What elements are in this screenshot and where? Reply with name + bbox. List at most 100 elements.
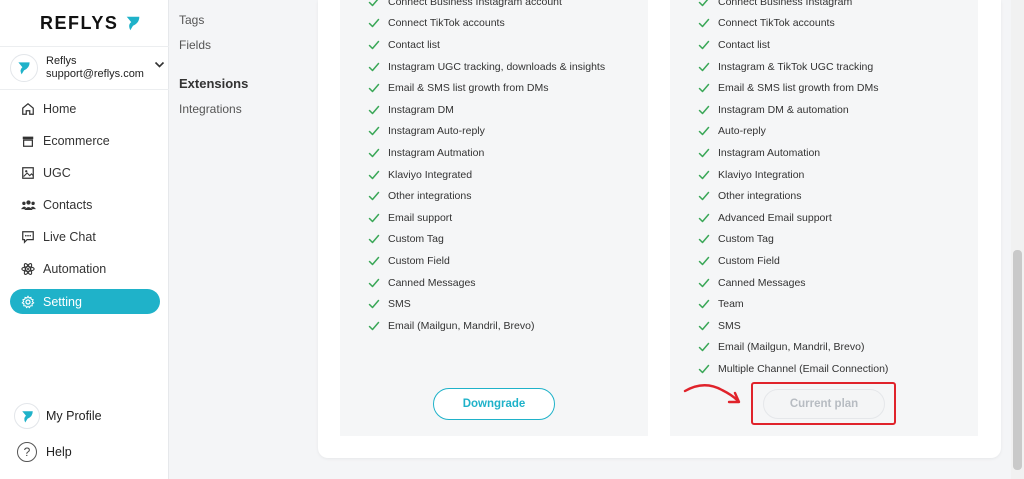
- feature-item: Email & SMS list growth from DMs: [698, 77, 888, 99]
- feature-label: Instagram & TikTok UGC tracking: [718, 60, 874, 73]
- feature-item: Connect Business Instagram account: [368, 0, 605, 13]
- image-icon: [20, 165, 36, 181]
- feature-item: Connect Business Instagram: [698, 0, 888, 13]
- feature-label: Instagram DM & automation: [718, 103, 849, 116]
- feature-label: Klaviyo Integration: [718, 168, 805, 181]
- check-icon: [368, 321, 380, 330]
- check-icon: [698, 148, 710, 158]
- submenu-item-fields[interactable]: Fields: [179, 38, 211, 52]
- check-icon: [698, 299, 710, 309]
- feature-item: Other integrations: [698, 185, 888, 207]
- check-icon: [698, 170, 710, 179]
- check-icon: [698, 105, 710, 115]
- account-info: Reflys support@reflys.com: [46, 55, 144, 81]
- nav-item-home[interactable]: Home: [10, 96, 160, 121]
- feature-label: Email & SMS list growth from DMs: [388, 82, 549, 95]
- feature-item: Instagram & TikTok UGC tracking: [698, 56, 888, 78]
- check-icon: [698, 127, 710, 136]
- avatar: [10, 54, 38, 82]
- nav-item-setting[interactable]: Setting: [10, 289, 160, 315]
- submenu-heading-extensions: Extensions: [179, 76, 249, 91]
- nav-label: Ecommerce: [43, 133, 110, 148]
- feature-item: Email (Mailgun, Mandril, Brevo): [368, 315, 605, 337]
- feature-item: Klaviyo Integration: [698, 164, 888, 186]
- my-profile-link[interactable]: My Profile: [14, 402, 164, 430]
- feature-label: Instagram Autmation: [388, 146, 485, 159]
- feature-label: Email support: [388, 211, 453, 224]
- brand-logo[interactable]: REFLYS: [40, 12, 142, 34]
- check-icon: [698, 19, 710, 28]
- check-icon: [368, 105, 380, 115]
- feature-item: Contact list: [368, 34, 605, 56]
- feature-item: Connect TikTok accounts: [368, 13, 605, 35]
- feature-label: Instagram DM: [388, 103, 454, 116]
- logo-mark-icon: [127, 16, 140, 31]
- feature-label: Custom Tag: [388, 233, 444, 246]
- check-icon: [698, 62, 710, 71]
- help-link[interactable]: ? Help: [14, 438, 164, 466]
- check-icon: [698, 278, 710, 287]
- check-icon: [698, 235, 710, 244]
- plan-column-lower: Connect Business Instagram account Connec…: [340, 0, 648, 436]
- plan-column-current: Connect Business Instagram Connect TikTok…: [670, 0, 978, 436]
- feature-label: Advanced Email support: [718, 211, 832, 224]
- check-icon: [698, 40, 710, 50]
- check-icon: [368, 0, 379, 7]
- feature-label: Other integrations: [718, 190, 802, 203]
- feature-label: Email & SMS list growth from DMs: [718, 82, 879, 95]
- help-label: Help: [46, 445, 72, 459]
- check-icon: [368, 278, 380, 287]
- gear-icon: [20, 294, 36, 310]
- my-profile-label: My Profile: [46, 409, 102, 423]
- downgrade-button[interactable]: Downgrade: [433, 388, 555, 420]
- feature-list: Connect Business Instagram Connect TikTok…: [698, 0, 888, 380]
- feature-label: Email (Mailgun, Mandril, Brevo): [718, 341, 865, 354]
- nav-label: Contacts: [43, 198, 93, 213]
- feature-label: Custom Tag: [718, 233, 774, 246]
- nav-item-live-chat[interactable]: Live Chat: [10, 225, 160, 250]
- feature-item: Email & SMS list growth from DMs: [368, 77, 605, 99]
- submenu-item-integrations[interactable]: Integrations: [179, 102, 242, 116]
- feature-label: Canned Messages: [388, 276, 476, 289]
- feature-label: Instagram UGC tracking, downloads & insi…: [388, 60, 606, 73]
- check-icon: [698, 343, 710, 352]
- chevron-down-icon[interactable]: [154, 61, 165, 69]
- atom-icon: [20, 261, 36, 277]
- feature-label: Connect Business Instagram account: [388, 0, 562, 8]
- page-scrollbar[interactable]: [1011, 0, 1024, 479]
- nav-item-ugc[interactable]: UGC: [10, 160, 160, 185]
- account-name: Reflys: [46, 55, 77, 67]
- annotation-arrow-icon: [683, 384, 741, 404]
- scrollbar-thumb[interactable]: [1013, 250, 1022, 470]
- feature-label: Instagram Auto-reply: [388, 125, 485, 138]
- submenu-item-tags[interactable]: Tags: [179, 13, 204, 27]
- nav-item-ecommerce[interactable]: Ecommerce: [10, 128, 160, 153]
- main-nav: Home Ecommerce UGC Contacts Live Chat Au…: [10, 96, 160, 321]
- feature-item: Instagram DM & automation: [698, 99, 888, 121]
- sidebar: REFLYS Reflys support@reflys.com Home Ec…: [0, 0, 169, 479]
- logo-mark-icon: [21, 410, 33, 422]
- sidebar-bottom: My Profile ? Help: [14, 402, 164, 474]
- check-icon: [368, 299, 380, 309]
- home-icon: [20, 101, 36, 117]
- users-icon: [20, 197, 36, 213]
- feature-label: Canned Messages: [718, 276, 806, 289]
- feature-item: Instagram Automation: [698, 142, 888, 164]
- feature-label: SMS: [718, 319, 741, 332]
- nav-item-automation[interactable]: Automation: [10, 257, 160, 282]
- nav-label: Automation: [43, 262, 107, 277]
- feature-label: SMS: [388, 298, 411, 311]
- feature-label: Connect TikTok accounts: [388, 17, 505, 30]
- check-icon: [368, 19, 380, 28]
- feature-label: Instagram Automation: [718, 146, 821, 159]
- feature-item: Custom Field: [368, 250, 605, 272]
- feature-item: Custom Tag: [368, 229, 605, 251]
- nav-label: Home: [43, 101, 77, 116]
- feature-label: Contact list: [388, 38, 440, 51]
- check-icon: [698, 364, 710, 374]
- account-switcher[interactable]: Reflys support@reflys.com: [0, 46, 169, 90]
- feature-label: Contact list: [718, 38, 770, 51]
- nav-item-contacts[interactable]: Contacts: [10, 193, 160, 218]
- feature-item: Advanced Email support: [698, 207, 888, 229]
- feature-item: Canned Messages: [368, 272, 605, 294]
